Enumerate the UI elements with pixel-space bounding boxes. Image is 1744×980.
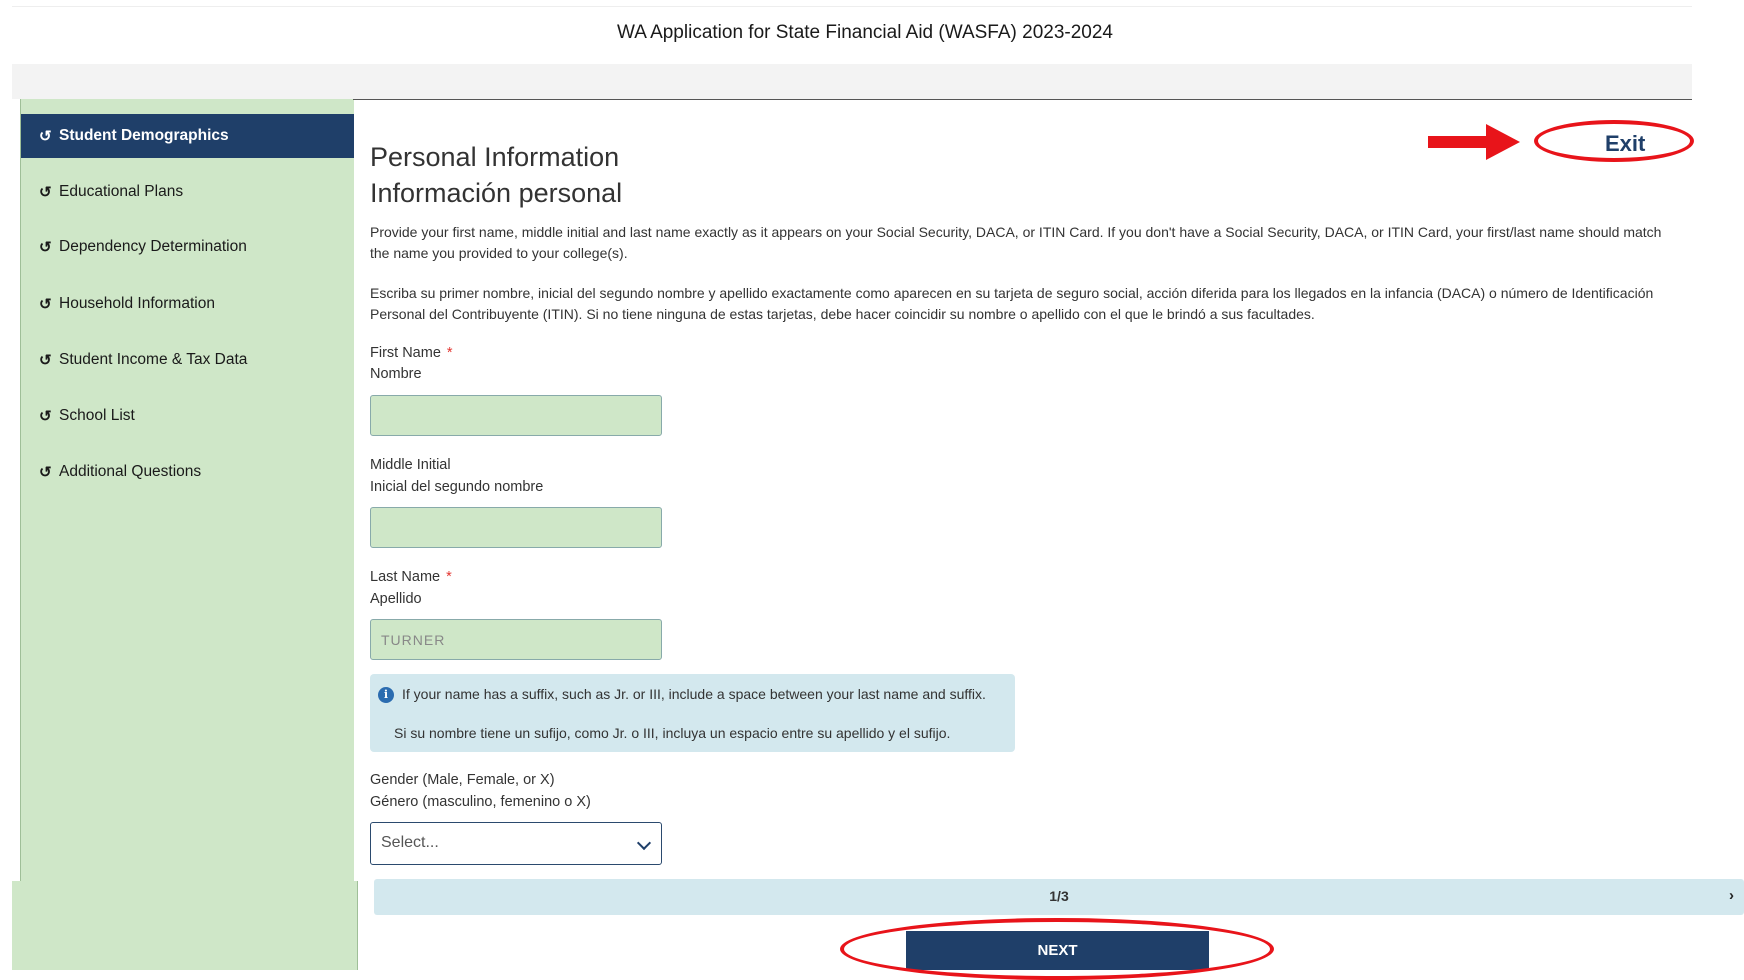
info-icon: i — [378, 687, 394, 703]
sidebar-item-dependency-determination[interactable]: ↺ Dependency Determination — [21, 225, 354, 269]
sidebar-item-label: Educational Plans — [59, 183, 184, 200]
page-title-spanish: Información personal — [370, 178, 623, 208]
sidebar-item-label: Additional Questions — [59, 463, 202, 480]
instructions-spanish: Escriba su primer nombre, inicial del se… — [370, 285, 1654, 322]
sidebar: ↺ Student Demographics ↺ Educational Pla… — [20, 99, 354, 881]
sidebar-item-educational-plans[interactable]: ↺ Educational Plans — [21, 170, 354, 214]
info-text-english: If your name has a suffix, such as Jr. o… — [402, 686, 986, 702]
app-title: WA Application for State Financial Aid (… — [616, 22, 1113, 43]
first-name-label-spanish: Nombre — [370, 366, 422, 382]
sidebar-item-label: Dependency Determination — [59, 238, 247, 255]
gender-select-value: Select... — [381, 834, 439, 851]
info-text-spanish: Si su nombre tiene un sufijo, como Jr. o… — [394, 725, 951, 741]
pagination-bar: 1/3 › — [374, 879, 1744, 915]
sidebar-item-household-information[interactable]: ↺ Household Information — [21, 282, 354, 326]
required-marker: * — [446, 345, 453, 361]
page-indicator: 1/3 — [1049, 888, 1069, 904]
middle-initial-input[interactable] — [370, 507, 662, 548]
sidebar-item-additional-questions[interactable]: ↺ Additional Questions — [21, 450, 354, 494]
sidebar-item-label: School List — [59, 407, 135, 424]
content-divider — [353, 99, 1692, 100]
first-name-input[interactable] — [370, 395, 662, 436]
history-icon: ↺ — [39, 464, 52, 481]
history-icon: ↺ — [39, 184, 52, 201]
annotation-circle-next — [840, 918, 1274, 980]
history-icon: ↺ — [39, 296, 52, 313]
last-name-value: TURNER — [381, 632, 446, 648]
gender-label-spanish: Género (masculino, femenino o X) — [370, 794, 591, 810]
last-name-label-spanish: Apellido — [370, 591, 422, 607]
middle-initial-label: Middle Initial — [370, 457, 451, 473]
header-band — [12, 64, 1692, 99]
exit-button[interactable]: Exit — [1605, 131, 1645, 157]
gender-select[interactable]: Select... — [370, 822, 662, 865]
sidebar-footer — [12, 881, 358, 970]
history-icon: ↺ — [39, 239, 52, 256]
sidebar-item-label: Household Information — [59, 295, 215, 312]
history-icon: ↺ — [39, 352, 52, 369]
gender-label: Gender (Male, Female, or X) — [370, 772, 555, 788]
instructions-english: Provide your first name, middle initial … — [370, 224, 1662, 261]
sidebar-item-label: Student Income & Tax Data — [59, 351, 248, 368]
annotation-arrow-head — [1486, 124, 1520, 160]
sidebar-item-label: Student Demographics — [59, 127, 229, 144]
sidebar-item-student-demographics[interactable]: ↺ Student Demographics — [21, 114, 354, 158]
chevron-down-icon — [636, 835, 652, 851]
suffix-info-box: i If your name has a suffix, such as Jr.… — [370, 674, 1015, 752]
history-icon: ↺ — [39, 128, 52, 145]
required-marker: * — [446, 569, 452, 585]
sidebar-item-school-list[interactable]: ↺ School List — [21, 394, 354, 438]
annotation-arrow — [1428, 136, 1488, 148]
middle-initial-label-spanish: Inicial del segundo nombre — [370, 479, 544, 495]
sidebar-item-student-income-tax-data[interactable]: ↺ Student Income & Tax Data — [21, 338, 354, 382]
last-name-label: Last Name * — [370, 569, 452, 585]
history-icon: ↺ — [39, 408, 52, 425]
first-name-label: First Name * — [370, 345, 453, 361]
page-title: Personal Information — [370, 142, 620, 172]
chevron-right-icon[interactable]: › — [1729, 887, 1734, 904]
